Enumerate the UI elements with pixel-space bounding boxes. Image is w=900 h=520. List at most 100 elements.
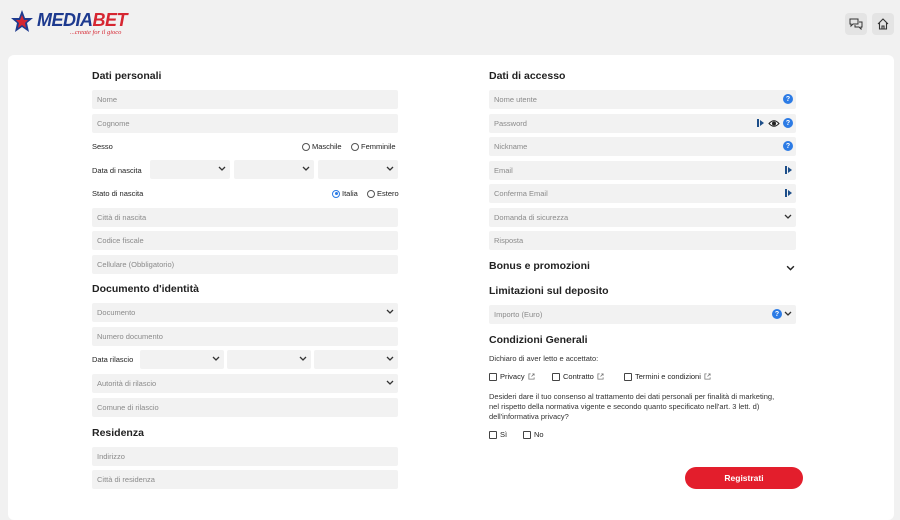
help-icon[interactable]: ? xyxy=(783,141,793,151)
password-placeholder: Password xyxy=(494,119,527,128)
external-link-icon[interactable] xyxy=(597,373,604,380)
documento-select[interactable]: Documento xyxy=(92,303,398,322)
radio-circle[interactable] xyxy=(302,142,310,151)
codice-fiscale-input[interactable]: Codice fiscale xyxy=(92,231,398,250)
cognome-input[interactable]: Cognome xyxy=(92,114,398,133)
radio-maschile-label: Maschile xyxy=(312,142,342,151)
checkbox-box[interactable] xyxy=(489,372,497,381)
chevron-down-icon xyxy=(299,356,307,361)
issue-year-select[interactable] xyxy=(314,350,398,369)
radio-circle[interactable] xyxy=(351,142,359,151)
registrati-button[interactable]: Registrati xyxy=(685,467,803,489)
radio-maschile[interactable]: Maschile xyxy=(302,142,342,151)
chevron-down-icon xyxy=(784,311,792,316)
mediabet-logo[interactable]: MEDIABET ...create for il gioco xyxy=(10,9,135,39)
autofill-key-icon[interactable] xyxy=(785,188,793,198)
nome-input[interactable]: Nome xyxy=(92,90,398,109)
chevron-down-icon xyxy=(386,166,394,171)
bonus-expand-chevron-icon[interactable] xyxy=(786,265,795,272)
section-title-terms: Condizioni Generali xyxy=(489,334,588,346)
consent-no-checkbox[interactable]: No xyxy=(523,430,544,439)
consent-si-label: Sì xyxy=(500,430,508,439)
autofill-key-icon[interactable] xyxy=(757,118,765,128)
numero-documento-input[interactable]: Numero documento xyxy=(92,327,398,346)
birth-day-select[interactable] xyxy=(150,160,230,179)
checkbox-box[interactable] xyxy=(552,372,560,381)
domanda-sicurezza-select[interactable]: Domanda di sicurezza xyxy=(489,208,796,227)
section-title-bonus[interactable]: Bonus e promozioni xyxy=(489,260,590,272)
help-icon[interactable]: ? xyxy=(783,118,793,128)
radio-femminile-label: Femminile xyxy=(361,142,396,151)
chat-button[interactable] xyxy=(845,13,867,35)
chevron-down-icon xyxy=(212,356,220,361)
field-icons: ? xyxy=(783,141,793,151)
eye-icon[interactable] xyxy=(768,119,780,128)
risposta-input[interactable]: Risposta xyxy=(489,231,796,250)
field-icons xyxy=(785,165,793,175)
external-link-icon[interactable] xyxy=(528,373,535,380)
termini-label[interactable]: Termini e condizioni xyxy=(635,372,701,381)
radio-italia-label: Italia xyxy=(342,189,358,198)
home-icon xyxy=(877,18,889,30)
password-input[interactable]: Password ? xyxy=(489,114,796,133)
privacy-label[interactable]: Privacy xyxy=(500,372,525,381)
checkbox-box[interactable] xyxy=(624,372,632,381)
conferma-email-placeholder: Conferma Email xyxy=(494,189,548,198)
radio-estero-label: Estero xyxy=(377,189,399,198)
chevron-down-icon xyxy=(386,309,394,314)
stato-nascita-label: Stato di nascita xyxy=(92,189,144,198)
nome-utente-input[interactable]: Nome utente ? xyxy=(489,90,796,109)
comune-rilascio-input[interactable]: Comune di rilascio xyxy=(92,398,398,417)
field-icons: ? xyxy=(783,94,793,104)
citta-nascita-input[interactable]: Città di nascita xyxy=(92,208,398,227)
consent-si-checkbox[interactable]: Sì xyxy=(489,430,507,439)
consent-no-label: No xyxy=(534,430,544,439)
birth-month-select[interactable] xyxy=(234,160,314,179)
help-icon[interactable]: ? xyxy=(783,94,793,104)
external-link-icon[interactable] xyxy=(704,373,711,380)
help-icon[interactable]: ? xyxy=(772,309,782,319)
radio-estero[interactable]: Estero xyxy=(367,189,399,198)
home-button[interactable] xyxy=(872,13,894,35)
indirizzo-input[interactable]: Indirizzo xyxy=(92,447,398,466)
cellulare-input[interactable]: Cellulare (Obbligatorio) xyxy=(92,255,398,274)
chevron-down-icon xyxy=(218,166,226,171)
domanda-select-value: Domanda di sicurezza xyxy=(494,213,569,222)
contratto-checkbox[interactable]: Contratto xyxy=(552,372,604,381)
consent-text-line-1: Desideri dare il tuo consenso al trattam… xyxy=(489,392,775,401)
termini-checkbox[interactable]: Termini e condizioni xyxy=(624,372,711,381)
radio-italia[interactable]: Italia xyxy=(332,189,358,198)
email-input[interactable]: Email xyxy=(489,161,796,180)
contratto-label[interactable]: Contratto xyxy=(563,372,594,381)
nickname-placeholder: Nickname xyxy=(494,142,528,151)
birth-year-select[interactable] xyxy=(318,160,398,179)
data-nascita-label: Data di nascita xyxy=(92,166,142,175)
autorita-select[interactable]: Autorità di rilascio xyxy=(92,374,398,393)
checkbox-box[interactable] xyxy=(523,430,531,439)
autofill-key-icon[interactable] xyxy=(785,165,793,175)
checkbox-box[interactable] xyxy=(489,430,497,439)
importo-select[interactable]: Importo (Euro) ? xyxy=(489,305,796,324)
logo-star-icon xyxy=(11,10,33,32)
section-title-residence: Residenza xyxy=(92,427,144,439)
email-placeholder: Email xyxy=(494,166,513,175)
privacy-checkbox[interactable]: Privacy xyxy=(489,372,535,381)
radio-femminile[interactable]: Femminile xyxy=(351,142,396,151)
logo-tagline: ...create for il gioco xyxy=(70,29,122,36)
terms-intro: Dichiaro di aver letto e accettato: xyxy=(489,354,599,363)
importo-select-value: Importo (Euro) xyxy=(494,310,543,319)
citta-residenza-input[interactable]: Città di residenza xyxy=(92,470,398,489)
nickname-input[interactable]: Nickname ? xyxy=(489,137,796,156)
field-icons xyxy=(785,188,793,198)
radio-circle-selected[interactable] xyxy=(332,189,340,198)
section-title-personal: Dati personali xyxy=(92,70,162,82)
issue-month-select[interactable] xyxy=(227,350,311,369)
consent-text-line-3: dell'informativa privacy? xyxy=(489,412,569,421)
chevron-down-icon xyxy=(784,214,792,219)
chat-icon xyxy=(849,18,863,30)
chevron-down-icon xyxy=(386,356,394,361)
radio-circle[interactable] xyxy=(367,189,375,198)
documento-select-value: Documento xyxy=(97,308,136,317)
issue-day-select[interactable] xyxy=(140,350,224,369)
conferma-email-input[interactable]: Conferma Email xyxy=(489,184,796,203)
